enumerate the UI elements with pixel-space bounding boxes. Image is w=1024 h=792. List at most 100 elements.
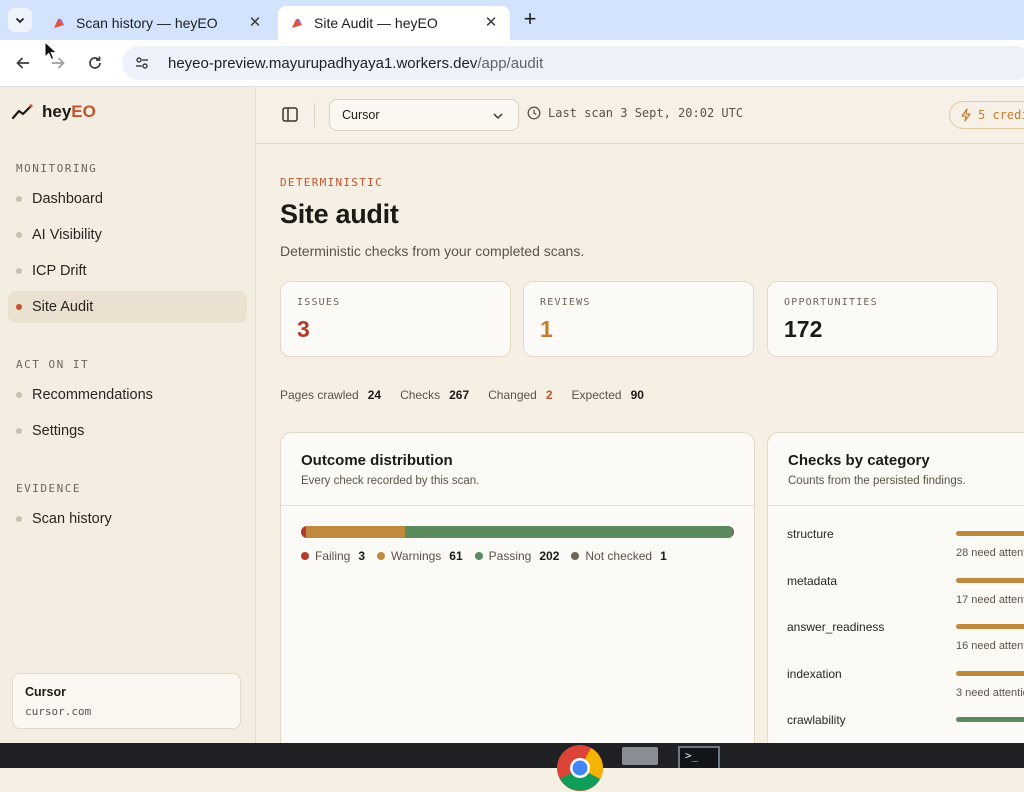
logo-prefix: hey [42, 102, 72, 121]
active-bullet-dot [16, 304, 22, 310]
logo-suffix: EO [71, 102, 96, 121]
credits-badge[interactable]: 5 credits [949, 101, 1024, 129]
sidebar-item-label: Scan history [32, 511, 112, 527]
stat-label: REVIEWS [540, 297, 591, 308]
site-settings-icon[interactable] [132, 53, 152, 73]
new-tab-button[interactable]: + [518, 8, 542, 31]
chevron-down-icon [15, 17, 25, 24]
chevron-down-icon [493, 113, 503, 120]
category-bar [956, 717, 1024, 722]
section-label-act-on-it: ACT ON IT [16, 358, 90, 371]
tab-list-button[interactable] [8, 8, 32, 32]
outcome-stacked-bar [301, 526, 734, 538]
project-select[interactable]: Cursor [329, 99, 519, 131]
panel-divider [768, 505, 1024, 506]
trend-line-logo-icon [12, 104, 33, 120]
category-note: 17 need attention [956, 593, 1024, 606]
metric-label: Changed [488, 388, 537, 402]
outcome-legend: Failing 3 Warnings 61 Passing 202 Not checked 1 [301, 549, 679, 563]
outcome-bar-segment [305, 526, 405, 538]
page-title: Site audit [280, 199, 399, 229]
chrome-icon[interactable] [556, 744, 604, 792]
legend-label: Failing [315, 549, 351, 563]
legend-item: Not checked 1 [571, 549, 667, 563]
legend-swatch [377, 552, 386, 560]
url-host: heyeo-preview.mayurupadhyaya1.workers.de… [168, 54, 478, 72]
reload-button[interactable] [84, 52, 106, 74]
app-header: Cursor Last scan 3 Sept, 20:02 UTC 5 cre… [256, 87, 1024, 144]
stat-value: 172 [784, 316, 823, 342]
sidebar-toggle-icon[interactable] [280, 106, 300, 124]
legend-value: 202 [539, 549, 560, 563]
reload-icon [89, 56, 101, 69]
project-select-value: Cursor [342, 108, 380, 122]
sidebar-item-label: Site Audit [32, 299, 94, 315]
category-note: 3 need attention [956, 686, 1024, 699]
stat-value: 1 [540, 316, 553, 342]
metric-value: 267 [449, 388, 470, 402]
browser-tab-active[interactable]: Site Audit — heyEO ✕ [278, 6, 510, 40]
category-bar [956, 577, 1024, 583]
metric-value: 2 [545, 388, 553, 402]
panel-title: Outcome distribution [301, 452, 453, 469]
metric-changed: Changed 2 [488, 388, 552, 402]
sidebar-item-label: Settings [32, 423, 85, 439]
category-name: crawlability [787, 713, 846, 727]
outcome-bar-segment [404, 526, 733, 538]
bullet-dot [16, 392, 22, 398]
sidebar-item-scan-history[interactable]: Scan history [8, 503, 247, 535]
terminal-icon[interactable]: >_ [678, 746, 720, 768]
sidebar-item-recommendations[interactable]: Recommendations [8, 379, 247, 411]
panel-subtitle: Counts from the persisted findings. [788, 475, 966, 487]
main-content: Cursor Last scan 3 Sept, 20:02 UTC 5 cre… [256, 87, 1024, 743]
project-card[interactable]: Cursor cursor.com [12, 673, 241, 729]
legend-value: 61 [449, 549, 463, 563]
file-manager-icon[interactable] [622, 747, 658, 765]
close-tab-icon[interactable]: ✕ [482, 13, 500, 31]
checks-by-category-panel: Checks by category Counts from the persi… [767, 432, 1024, 743]
category-note: 16 need attention [956, 640, 1024, 652]
page-eyebrow: DETERMINISTIC [280, 176, 383, 189]
metric-checks: Checks 267 [400, 388, 469, 402]
app-sidebar: heyEO MONITORING Dashboard AI Visibility… [0, 87, 256, 743]
logo[interactable]: heyEO [12, 102, 96, 122]
metric-label: Checks [400, 388, 441, 402]
section-label-monitoring: MONITORING [16, 162, 98, 175]
sidebar-item-icp-drift[interactable]: ICP Drift [8, 255, 247, 287]
stat-label: ISSUES [297, 297, 341, 308]
sidebar-item-site-audit[interactable]: Site Audit [8, 291, 247, 323]
address-bar[interactable]: heyeo-preview.mayurupadhyaya1.workers.de… [122, 46, 1024, 80]
legend-item: Warnings 61 [377, 549, 463, 563]
last-scan-text: Last scan 3 Sept, 20:02 UTC [548, 106, 744, 120]
sidebar-item-label: Recommendations [32, 387, 153, 403]
credits-text: 5 credits [978, 108, 1024, 122]
metric-label: Expected [571, 388, 622, 402]
sidebar-item-dashboard[interactable]: Dashboard [8, 183, 247, 215]
logo-text: heyEO [42, 102, 96, 122]
tab-title: Scan history — heyEO [76, 15, 218, 31]
last-scan-info: Last scan 3 Sept, 20:02 UTC [527, 106, 743, 120]
browser-toolbar: heyeo-preview.mayurupadhyaya1.workers.de… [0, 40, 1024, 87]
scan-metrics: Pages crawled 24 Checks 267 Changed 2 Expec… [280, 388, 663, 402]
sidebar-item-ai-visibility[interactable]: AI Visibility [8, 219, 247, 251]
back-button[interactable] [12, 52, 34, 74]
legend-value: 1 [660, 549, 667, 563]
bullet-dot [16, 232, 22, 238]
legend-swatch [474, 552, 483, 560]
close-tab-icon[interactable]: ✕ [246, 13, 264, 31]
url-path: /app/audit [477, 54, 544, 72]
sidebar-item-label: ICP Drift [32, 263, 87, 279]
browser-tab-bar: Scan history — heyEO ✕ Site Audit — heyE… [0, 0, 1024, 40]
browser-tab[interactable]: Scan history — heyEO ✕ [40, 6, 274, 40]
bullet-dot [16, 516, 22, 522]
sidebar-item-settings[interactable]: Settings [8, 415, 247, 447]
category-name: structure [787, 527, 834, 541]
outcome-bar-segment [732, 526, 734, 538]
tab-title: Site Audit — heyEO [314, 15, 438, 31]
category-note: 28 need attention [956, 547, 1024, 559]
url-text: heyeo-preview.mayurupadhyaya1.workers.de… [168, 55, 543, 72]
category-name: metadata [787, 573, 838, 588]
project-name: Cursor [25, 685, 66, 699]
panel-subtitle: Every check recorded by this scan. [301, 475, 480, 487]
legend-item: Passing 202 [474, 549, 560, 563]
